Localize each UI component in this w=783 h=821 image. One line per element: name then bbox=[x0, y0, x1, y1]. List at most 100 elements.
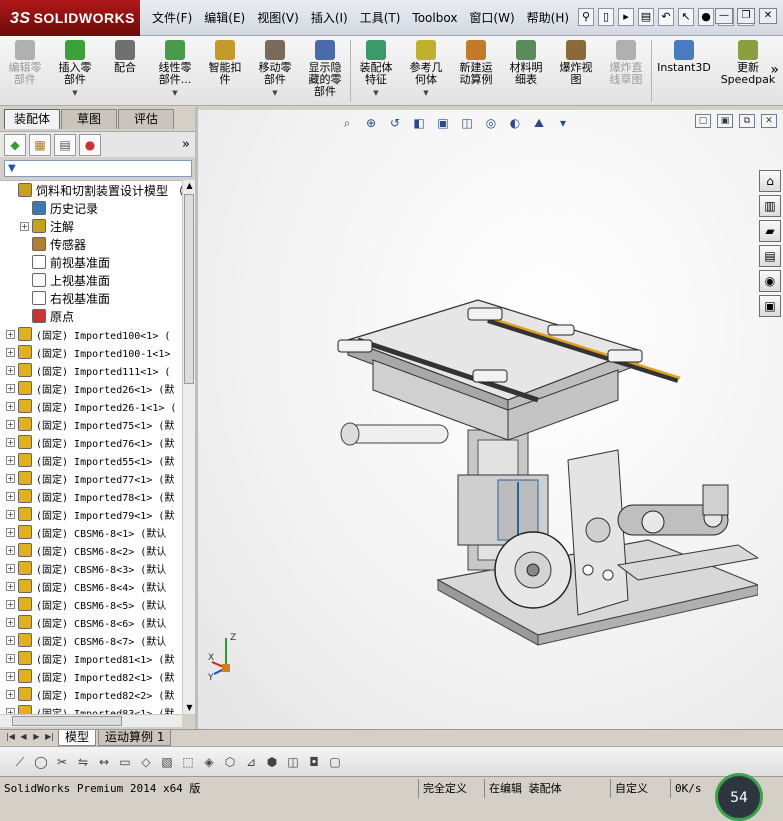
property-manager-icon[interactable]: ▦ bbox=[29, 133, 51, 156]
file-explorer-icon[interactable]: ▰ bbox=[759, 220, 781, 242]
ribbon-button-0[interactable]: 编辑零 部件 bbox=[0, 36, 50, 106]
hide-show-icon[interactable]: ◎ bbox=[482, 114, 500, 132]
view-settings-icon[interactable]: ▾ bbox=[554, 114, 572, 132]
menu-item-7[interactable]: 帮助(H) bbox=[521, 7, 575, 29]
expand-icon[interactable]: + bbox=[6, 617, 15, 627]
ribbon-button-5[interactable]: 移动零 部件 ▼ bbox=[250, 36, 300, 106]
tab-first-icon[interactable]: |◀ bbox=[4, 730, 17, 744]
viewport-control-2[interactable]: ⧉ bbox=[739, 114, 755, 128]
tab-assembly[interactable]: 装配体 bbox=[4, 109, 60, 129]
design-library-icon[interactable]: ▥ bbox=[759, 195, 781, 217]
tree-vertical-scrollbar[interactable]: ▲ ▼ bbox=[182, 180, 195, 714]
viewport-control-0[interactable]: ▢ bbox=[695, 114, 711, 128]
ribbon-caret-icon[interactable]: ▼ bbox=[423, 87, 428, 99]
shortcut-tool-3[interactable]: ⇋ bbox=[75, 754, 91, 770]
tree-item[interactable]: + (固定) CBSM6-8<3> (默认 bbox=[0, 559, 182, 577]
shortcut-tool-11[interactable]: ⊿ bbox=[243, 754, 259, 770]
ribbon-more-icon[interactable]: » bbox=[770, 62, 779, 78]
panel-expand-icon[interactable]: » bbox=[182, 137, 190, 152]
rebuild-icon[interactable]: ● bbox=[698, 8, 714, 26]
expand-icon[interactable]: + bbox=[6, 491, 15, 501]
ribbon-button-3[interactable]: 线性零 部件... ▼ bbox=[150, 36, 200, 106]
display-style-icon[interactable]: ◫ bbox=[458, 114, 476, 132]
scroll-down-arrow[interactable]: ▼ bbox=[185, 703, 194, 713]
undo-icon[interactable]: ↶ bbox=[658, 8, 674, 26]
tree-item[interactable]: + (固定) Imported55<1> (默 bbox=[0, 451, 182, 469]
ribbon-button-6[interactable]: 显示隐 藏的零 部件 bbox=[300, 36, 350, 106]
expand-icon[interactable]: + bbox=[6, 401, 15, 411]
status-custom[interactable]: 自定义 bbox=[610, 778, 670, 798]
tree-item[interactable]: + (固定) CBSM6-8<7> (默认 bbox=[0, 631, 182, 649]
tab-motion-study[interactable]: 运动算例 1 bbox=[98, 730, 172, 746]
ribbon-caret-icon[interactable]: ▼ bbox=[272, 87, 277, 99]
tree-item[interactable]: + (固定) Imported111<1> ( bbox=[0, 361, 182, 379]
shortcut-tool-0[interactable]: ⟋ bbox=[12, 754, 28, 770]
tree-item[interactable]: + (固定) CBSM6-8<6> (默认 bbox=[0, 613, 182, 631]
expand-icon[interactable]: + bbox=[6, 599, 15, 609]
viewport-control-1[interactable]: ▣ bbox=[717, 114, 733, 128]
ribbon-button-2[interactable]: 配合 bbox=[100, 36, 150, 106]
custom-properties-icon[interactable]: ▣ bbox=[759, 295, 781, 317]
tree-item[interactable]: + (固定) Imported79<1> (默 bbox=[0, 505, 182, 523]
tab-model[interactable]: 模型 bbox=[58, 730, 97, 746]
menu-item-6[interactable]: 窗口(W) bbox=[463, 7, 520, 29]
print-icon[interactable]: ▤ bbox=[638, 8, 654, 26]
ribbon-button-10[interactable]: 材料明 细表 bbox=[501, 36, 551, 106]
expand-icon[interactable]: + bbox=[20, 221, 29, 231]
tree-item[interactable]: + (固定) Imported75<1> (默 bbox=[0, 415, 182, 433]
expand-icon[interactable]: + bbox=[6, 527, 15, 537]
expand-icon[interactable]: + bbox=[6, 563, 15, 573]
tree-item[interactable]: 原点 bbox=[0, 307, 182, 325]
expand-icon[interactable]: + bbox=[6, 347, 15, 357]
ribbon-button-8[interactable]: 参考几 何体 ▼ bbox=[401, 36, 451, 106]
tree-item[interactable]: + (固定) Imported77<1> (默 bbox=[0, 469, 182, 487]
expand-icon[interactable]: + bbox=[6, 455, 15, 465]
expand-icon[interactable]: + bbox=[6, 437, 15, 447]
shortcut-tool-1[interactable]: ◯ bbox=[33, 754, 49, 770]
expand-icon[interactable]: + bbox=[6, 329, 15, 339]
open-icon[interactable]: ▸ bbox=[618, 8, 634, 26]
shortcut-tool-2[interactable]: ✂ bbox=[54, 754, 70, 770]
tree-item[interactable]: + (固定) Imported100-1<1> bbox=[0, 343, 182, 361]
new-icon[interactable]: ▯ bbox=[598, 8, 614, 26]
tree-item[interactable]: + (固定) Imported81<1> (默 bbox=[0, 649, 182, 667]
tab-evaluate[interactable]: 评估 bbox=[118, 109, 174, 129]
expand-icon[interactable]: + bbox=[6, 545, 15, 555]
tab-sketch[interactable]: 草图 bbox=[61, 109, 117, 129]
tab-next-icon[interactable]: ▶ bbox=[30, 730, 43, 744]
scroll-thumb[interactable] bbox=[184, 194, 194, 384]
expand-icon[interactable]: + bbox=[6, 383, 15, 393]
scroll-up-arrow[interactable]: ▲ bbox=[185, 181, 194, 191]
ribbon-caret-icon[interactable]: ▼ bbox=[373, 87, 378, 99]
graphics-area[interactable]: ⌕ ⊕ ↺ ◧ ▣ ◫ ◎ ◐ ⛰ ▾ ▢ ▣ ⧉ ✕ ⌂ ▥ ▰ ▤ ◉ ▣ bbox=[198, 110, 783, 729]
shortcut-tool-9[interactable]: ◈ bbox=[201, 754, 217, 770]
tree-item[interactable]: + (固定) Imported76<1> (默 bbox=[0, 433, 182, 451]
tab-prev-icon[interactable]: ◀ bbox=[17, 730, 30, 744]
tree-horizontal-scrollbar[interactable] bbox=[0, 714, 182, 727]
tree-item[interactable]: + (固定) CBSM6-8<5> (默认 bbox=[0, 595, 182, 613]
tree-item[interactable]: 传感器 bbox=[0, 235, 182, 253]
tree-filter[interactable]: ▼ bbox=[4, 160, 192, 177]
feature-manager-icon[interactable]: ◆ bbox=[4, 133, 26, 156]
tree-item[interactable]: 前视基准面 bbox=[0, 253, 182, 271]
expand-icon[interactable]: + bbox=[6, 635, 15, 645]
menu-item-4[interactable]: 工具(T) bbox=[354, 7, 407, 29]
tree-item[interactable]: 上视基准面 bbox=[0, 271, 182, 289]
tree-item[interactable]: + (固定) Imported78<1> (默 bbox=[0, 487, 182, 505]
display-manager-icon[interactable]: ● bbox=[79, 133, 101, 156]
viewport-control-3[interactable]: ✕ bbox=[761, 114, 777, 128]
menu-item-0[interactable]: 文件(F) bbox=[146, 7, 198, 29]
shortcut-tool-6[interactable]: ◇ bbox=[138, 754, 154, 770]
tree-item[interactable]: 历史记录 bbox=[0, 199, 182, 217]
menu-item-5[interactable]: Toolbox bbox=[406, 7, 463, 29]
expand-icon[interactable]: + bbox=[6, 509, 15, 519]
shortcut-tool-12[interactable]: ⬢ bbox=[264, 754, 280, 770]
minimize-button[interactable]: — bbox=[715, 8, 733, 24]
menu-item-2[interactable]: 视图(V) bbox=[251, 7, 305, 29]
tree-item[interactable]: + (固定) Imported26<1> (默 bbox=[0, 379, 182, 397]
shortcut-tool-10[interactable]: ⬡ bbox=[222, 754, 238, 770]
ribbon-button-11[interactable]: 爆炸视 图 bbox=[551, 36, 601, 106]
shortcut-tool-7[interactable]: ▧ bbox=[159, 754, 175, 770]
ribbon-button-13[interactable]: Instant3D bbox=[652, 36, 716, 106]
tree-item[interactable]: + (固定) Imported83<1> (默 bbox=[0, 703, 182, 714]
